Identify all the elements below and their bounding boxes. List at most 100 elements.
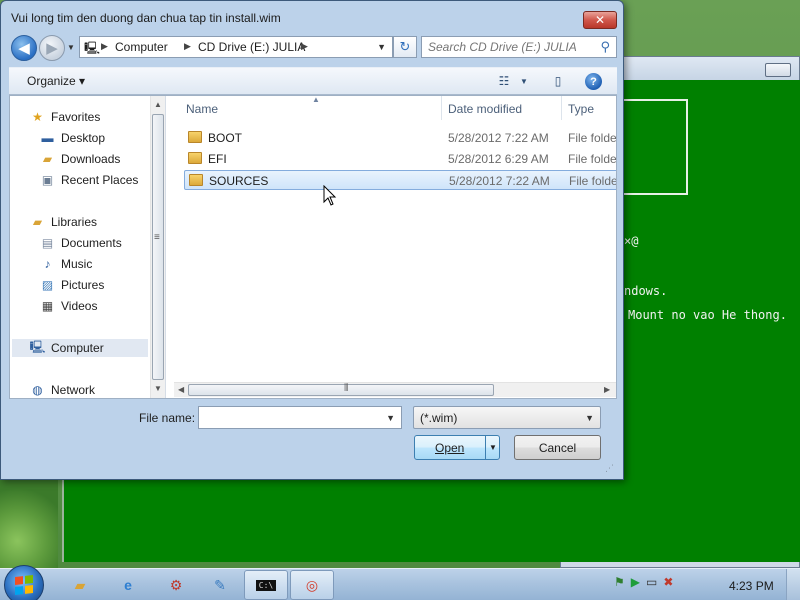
system-tray: ⚑ ▶ ▭ ✖ xyxy=(614,575,673,589)
file-name-label-text: File name: xyxy=(139,411,196,425)
file-name: SOURCES xyxy=(209,174,269,188)
search-icon[interactable]: ⚲ xyxy=(600,39,610,55)
column-divider[interactable] xyxy=(441,96,442,120)
nav-libraries[interactable]: ▰ Libraries xyxy=(30,213,97,231)
address-bar[interactable]: 🖳 ▶ Computer ▶ CD Drive (E:) JULIA ▶ ▼ xyxy=(79,36,393,58)
taskbar-explorer-icon[interactable]: ▰ xyxy=(58,570,102,600)
search-box[interactable]: ⚲ xyxy=(421,36,617,58)
pictures-icon: ▨ xyxy=(41,278,54,292)
nav-label: Network xyxy=(51,383,96,397)
breadcrumb-separator[interactable]: ▶ xyxy=(301,41,308,52)
nav-desktop[interactable]: ▬ Desktop xyxy=(40,129,106,147)
computer-icon: 🖳 xyxy=(29,339,46,354)
taskbar-tool-icon[interactable]: ⚙ xyxy=(154,570,198,600)
scroll-up-arrow-icon[interactable]: ▲ xyxy=(154,100,162,109)
file-type: File folder xyxy=(568,152,616,166)
media-play-icon[interactable]: ▶ xyxy=(631,575,640,589)
nav-label: Documents xyxy=(61,236,122,250)
show-desktop-button[interactable] xyxy=(786,569,800,600)
volume-muted-icon[interactable]: ✖ xyxy=(663,575,673,589)
search-input[interactable] xyxy=(422,37,592,57)
file-name-dropdown-icon[interactable]: ▼ xyxy=(386,413,395,423)
nav-network[interactable]: ◍ Network xyxy=(30,381,95,399)
organize-label: Organize xyxy=(27,74,76,88)
downloads-folder-icon: ▰ xyxy=(42,152,53,166)
command-bar: Organize ▾ ☷ ▼ ▯ ? xyxy=(9,67,617,95)
column-header-type[interactable]: Type xyxy=(568,102,594,116)
nav-pictures[interactable]: ▨ Pictures xyxy=(40,276,105,294)
libraries-icon: ▰ xyxy=(32,215,43,229)
console-line-2: ndows. xyxy=(624,284,668,298)
file-name: EFI xyxy=(208,152,227,166)
scroll-grip-icon: ≡ xyxy=(154,232,160,243)
file-name-input[interactable] xyxy=(199,407,379,428)
file-type-filter-value: (*.wim) xyxy=(420,411,458,425)
nav-recent-places[interactable]: ▣ Recent Places xyxy=(40,171,139,189)
nav-downloads[interactable]: ▰ Downloads xyxy=(40,150,121,168)
scroll-down-arrow-icon[interactable]: ▼ xyxy=(154,384,162,393)
file-list-horizontal-scrollbar[interactable]: ◀ ⦀ ▶ xyxy=(174,382,616,397)
nav-favorites[interactable]: ★ Favorites xyxy=(30,108,100,126)
nav-documents[interactable]: ▤ Documents xyxy=(40,234,122,252)
breadcrumb-separator[interactable]: ▶ xyxy=(101,41,108,52)
recent-pages-dropdown[interactable]: ▼ xyxy=(67,43,75,52)
console-line-3: Mount no vao He thong. xyxy=(628,308,787,322)
open-file-dialog: Vui long tim den duong dan chua tap tin … xyxy=(0,0,624,480)
documents-icon: ▤ xyxy=(41,236,54,250)
star-icon: ★ xyxy=(32,110,43,124)
start-button[interactable] xyxy=(4,565,44,600)
preview-pane-icon[interactable]: ▯ xyxy=(549,73,567,89)
scroll-left-arrow-icon[interactable]: ◀ xyxy=(178,385,184,394)
breadcrumb-separator[interactable]: ▶ xyxy=(184,41,191,52)
file-date: 5/28/2012 7:22 AM xyxy=(448,131,549,145)
scroll-right-arrow-icon[interactable]: ▶ xyxy=(604,385,610,394)
background-restore-button[interactable] xyxy=(765,63,791,77)
open-split-dropdown-icon[interactable]: ▼ xyxy=(485,436,500,459)
nav-computer[interactable]: 🖳 Computer xyxy=(12,339,148,357)
view-options-icon[interactable]: ☷ xyxy=(495,73,513,89)
nav-label: Libraries xyxy=(51,215,98,229)
network-tray-icon[interactable]: ▭ xyxy=(646,575,657,589)
mouse-cursor-icon xyxy=(323,185,337,206)
action-center-icon[interactable]: ⚑ xyxy=(614,575,625,589)
refresh-button[interactable]: ↻ xyxy=(393,36,417,58)
resize-grip-icon[interactable]: ⋰ xyxy=(605,463,614,474)
breadcrumb-cd-drive[interactable]: CD Drive (E:) JULIA xyxy=(198,40,305,54)
close-button[interactable]: ✕ xyxy=(583,11,617,29)
view-dropdown-icon[interactable]: ▼ xyxy=(515,73,533,89)
address-dropdown-icon[interactable]: ▼ xyxy=(377,42,386,52)
scrollbar-thumb[interactable] xyxy=(188,384,494,396)
file-name-label: File name: xyxy=(139,411,195,425)
taskbar-paint-icon[interactable]: ✎ xyxy=(198,570,242,600)
taskbar-internet-explorer-icon[interactable]: e xyxy=(106,570,150,600)
column-header-date[interactable]: Date modified xyxy=(448,102,522,116)
nav-label: Downloads xyxy=(61,152,121,166)
column-divider[interactable] xyxy=(561,96,562,120)
nav-pane-scrollbar[interactable]: ▲ ≡ ▼ xyxy=(150,96,165,398)
cancel-button[interactable]: Cancel xyxy=(514,435,601,460)
scrollbar-thumb[interactable] xyxy=(152,114,164,380)
open-button[interactable]: Open ▼ xyxy=(414,435,500,460)
column-header-name[interactable]: Name xyxy=(186,102,218,116)
clock[interactable]: 4:23 PM xyxy=(729,579,774,593)
nav-music[interactable]: ♪ Music xyxy=(40,255,93,273)
file-row[interactable]: BOOT 5/28/2012 7:22 AM File folder xyxy=(184,128,616,148)
windows-logo-icon xyxy=(15,575,33,595)
breadcrumb-computer[interactable]: Computer xyxy=(115,40,168,54)
filter-dropdown-icon[interactable]: ▼ xyxy=(585,413,594,423)
help-icon[interactable]: ? xyxy=(585,73,602,90)
back-button[interactable]: ◀ xyxy=(11,35,37,61)
taskbar-command-prompt-icon[interactable]: C:\ xyxy=(244,570,288,600)
nav-videos[interactable]: ▦ Videos xyxy=(40,297,98,315)
dialog-title: Vui long tim den duong dan chua tap tin … xyxy=(11,11,281,25)
taskbar-setup-icon[interactable]: ◎ xyxy=(290,570,334,600)
browse-area: ★ Favorites ▬ Desktop ▰ Downloads ▣ Recent P… xyxy=(9,95,617,399)
file-type-filter[interactable]: (*.wim) ▼ xyxy=(413,406,601,429)
file-row-selected[interactable]: SOURCES 5/28/2012 7:22 AM File folder xyxy=(184,170,616,190)
file-name-field[interactable]: ▼ xyxy=(198,406,402,429)
open-button-label: Open xyxy=(435,440,465,455)
organize-button[interactable]: Organize ▾ xyxy=(27,74,85,88)
forward-button[interactable]: ▶ xyxy=(39,35,65,61)
file-row[interactable]: EFI 5/28/2012 6:29 AM File folder xyxy=(184,149,616,169)
folder-icon xyxy=(188,152,202,164)
